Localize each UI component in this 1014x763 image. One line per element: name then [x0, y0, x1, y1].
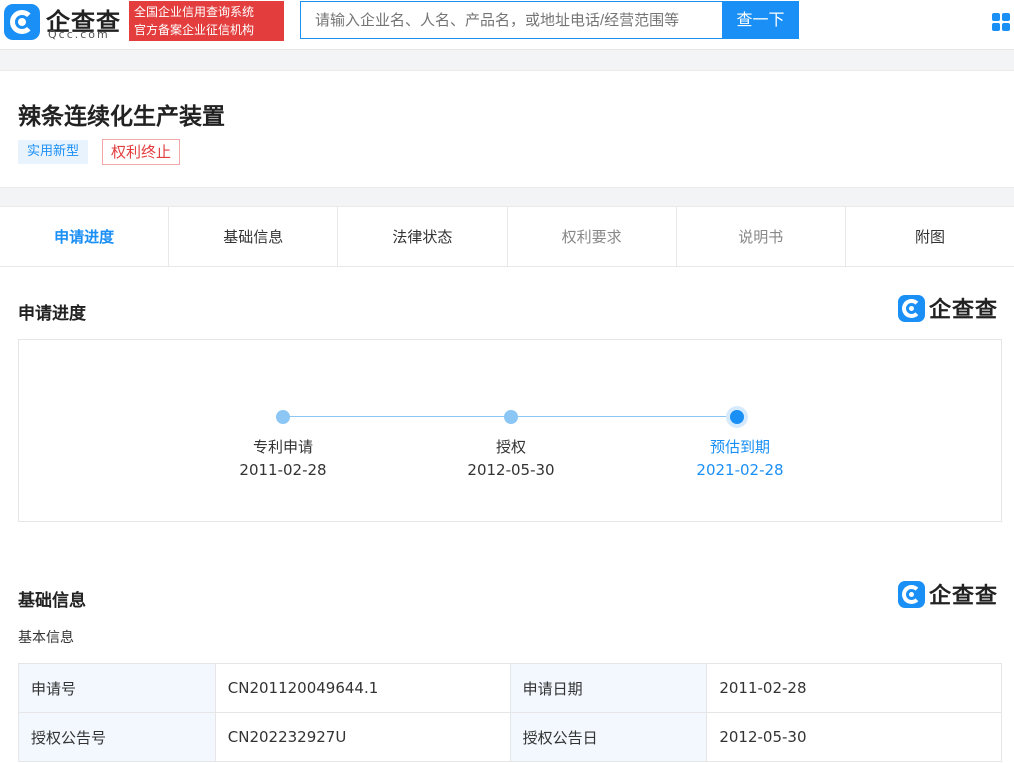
search-input[interactable]: [301, 2, 722, 38]
tab-basic-info[interactable]: 基础信息: [169, 207, 339, 266]
tab-legal-status[interactable]: 法律状态: [338, 207, 508, 266]
brand-text: 企查查: [929, 584, 999, 609]
slogan-line-1: 全国企业信用查询系统: [134, 5, 255, 19]
timeline-node-grant: [504, 410, 518, 424]
brand-text: 企查查: [929, 298, 999, 323]
basic-section-title: 基础信息: [18, 591, 86, 611]
patent-type-tag: 实用新型: [18, 140, 89, 164]
basic-info-table: 申请号 CN201120049644.1 申请日期 2011-02-28 授权公…: [18, 663, 1002, 762]
qcc-brand-icon: [898, 295, 925, 322]
step-name-filing: 专利申请: [252, 438, 313, 456]
slogan-line-2: 官方备案企业征信机构: [134, 23, 255, 37]
basic-subtitle: 基本信息: [18, 630, 74, 646]
step-date-filing: 2011-02-28: [239, 461, 327, 479]
basic-brand-logo: 企查查: [898, 581, 1004, 609]
search-button[interactable]: 查一下: [722, 1, 799, 39]
grid-apps-icon[interactable]: [992, 13, 1012, 33]
search-box: [300, 1, 722, 39]
table-label: 授权公告日: [509, 712, 708, 762]
timeline-node-expiry: [730, 410, 744, 424]
patent-header-card: 辣条连续化生产装置 实用新型 权利终止: [0, 70, 1014, 188]
slogan-badge: 全国企业信用查询系统 官方备案企业征信机构: [129, 1, 284, 41]
table-value: CN202232927U: [214, 712, 511, 762]
table-value: 2011-02-28: [706, 663, 1002, 713]
step-name-expiry: 预估到期: [709, 438, 770, 456]
progress-brand-logo: 企查查: [898, 295, 1004, 323]
timeline-node-filing: [276, 410, 290, 424]
detail-tabs: 申请进度 基础信息 法律状态 权利要求 说明书 附图: [0, 207, 1014, 267]
tab-description[interactable]: 说明书: [676, 207, 846, 266]
table-label: 申请日期: [509, 663, 708, 713]
progress-section-title: 申请进度: [18, 304, 86, 324]
tab-drawings[interactable]: 附图: [845, 207, 1014, 266]
tab-application-progress[interactable]: 申请进度: [0, 207, 170, 266]
table-row: 授权公告号 CN202232927U 授权公告日 2012-05-30: [18, 712, 1002, 762]
logo-domain: Qcc.com: [48, 28, 110, 41]
step-date-grant: 2012-05-30: [467, 461, 555, 479]
qcc-brand-icon: [898, 581, 925, 608]
step-name-grant: 授权: [495, 438, 526, 456]
table-row: 申请号 CN201120049644.1 申请日期 2011-02-28: [18, 663, 1002, 713]
qcc-logo-icon: [4, 4, 40, 40]
table-label: 授权公告号: [18, 712, 216, 762]
table-value: CN201120049644.1: [214, 663, 511, 713]
patent-status-tag: 权利终止: [102, 139, 181, 165]
table-value: 2012-05-30: [706, 712, 1002, 762]
patent-title: 辣条连续化生产装置: [18, 104, 225, 130]
progress-timeline: 专利申请 2011-02-28 授权 2012-05-30 预估到期 2021-…: [18, 339, 1002, 522]
tab-claims[interactable]: 权利要求: [507, 207, 677, 266]
top-header: 企查查 Qcc.com 全国企业信用查询系统 官方备案企业征信机构 查一下: [0, 0, 1014, 50]
patent-detail-panel: 申请进度 基础信息 法律状态 权利要求 说明书 附图 申请进度 企查查 专利申请…: [0, 206, 1014, 763]
step-date-expiry: 2021-02-28: [696, 461, 784, 479]
table-label: 申请号: [18, 663, 216, 713]
qcc-logo[interactable]: 企查查 Qcc.com: [4, 3, 126, 41]
